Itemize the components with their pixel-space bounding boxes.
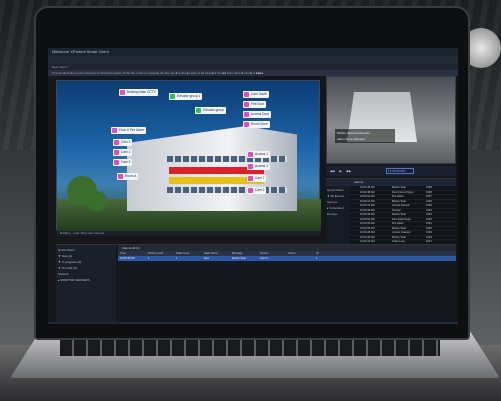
filter-item[interactable]: ▸ Scheduled Devices bbox=[327, 205, 349, 217]
laptop-keyboard bbox=[60, 336, 440, 356]
lower-filters: Quick Filters ▼ New (1) ▼ In progress (0… bbox=[56, 245, 116, 323]
window-titlebar: Milestone XProtect Smart Client bbox=[48, 48, 458, 56]
app-screen: Milestone XProtect Smart Client Live Pla… bbox=[48, 48, 458, 324]
map-tag[interactable]: Cam 2 bbox=[113, 149, 133, 156]
tree-decor bbox=[87, 191, 107, 211]
map-footer: Building · Last: Map view interval bbox=[56, 231, 320, 236]
cell: New bbox=[204, 257, 210, 260]
table-row[interactable]: 10:02:45 AM 1 1 New Motion Start Cam 5 1 bbox=[118, 256, 456, 261]
map-tag[interactable]: Elevator group bbox=[195, 107, 226, 114]
map-tag[interactable]: Access Door bbox=[243, 111, 272, 118]
window-title: Milestone XProtect Smart Client bbox=[52, 49, 109, 54]
play-forward-icon[interactable]: ▶▶ bbox=[343, 169, 352, 173]
site-map[interactable]: Building Main CCTV Elevator group 1 Cam … bbox=[56, 80, 321, 231]
map-tag[interactable]: Cam 3 bbox=[113, 139, 133, 146]
map-tag[interactable]: Cam 9 bbox=[247, 187, 267, 194]
camera-view[interactable]: Motion detected Elevator Alarm Zone: Ele… bbox=[326, 76, 456, 164]
cell: 1 bbox=[148, 257, 150, 260]
map-tag[interactable]: Cam 5 bbox=[113, 159, 133, 166]
map-tag[interactable]: Fire Door bbox=[243, 101, 267, 108]
cell: 10:02:45 AM bbox=[120, 257, 135, 260]
overlay-line: Alarm Zone: Elevator bbox=[337, 137, 366, 141]
map-tag[interactable]: Access 1 bbox=[247, 151, 270, 158]
status-bar bbox=[48, 322, 458, 324]
map-tag[interactable]: Room A bbox=[117, 173, 139, 180]
main-menu: Live Playback Sequence Explorer Alarm Ma… bbox=[48, 56, 458, 72]
cell: Cam 5 bbox=[260, 257, 268, 260]
map-footer-text: Building · Last: Map view interval bbox=[60, 231, 104, 235]
map-tag[interactable]: Elevator group 1 bbox=[169, 93, 203, 100]
map-tag[interactable]: Access 3 bbox=[247, 163, 270, 170]
alarm-manager-panel: Quick Filters ▼ New (1) ▼ In progress (0… bbox=[56, 244, 456, 323]
camera-overlay: Motion detected Elevator Alarm Zone: Ele… bbox=[335, 129, 395, 143]
map-tag[interactable]: Building Main CCTV bbox=[119, 89, 158, 96]
window-band bbox=[167, 187, 287, 193]
map-tag[interactable]: Cam South bbox=[243, 91, 269, 98]
play-icon[interactable]: ▶ bbox=[335, 169, 341, 173]
cell: Motion Start bbox=[232, 257, 246, 260]
map-tag[interactable]: Room Zone bbox=[243, 121, 270, 128]
play-back-icon[interactable]: ◀◀ bbox=[326, 169, 335, 173]
cell: 1 bbox=[316, 257, 318, 260]
alarm-list-header: Alarms bbox=[326, 179, 456, 186]
map-tag[interactable]: Floor 6 Fire Alarm bbox=[111, 127, 147, 134]
cell: 1 bbox=[176, 257, 178, 260]
filter-item[interactable]: ▸ MONITOR SERVERS bbox=[58, 277, 114, 283]
playback-controls: ◀◀ ▶ ▶▶ 12:03:45 PM bbox=[326, 166, 456, 176]
time-field[interactable]: 12:03:45 PM bbox=[386, 168, 414, 174]
map-tag[interactable]: Cam 7 bbox=[247, 175, 267, 182]
